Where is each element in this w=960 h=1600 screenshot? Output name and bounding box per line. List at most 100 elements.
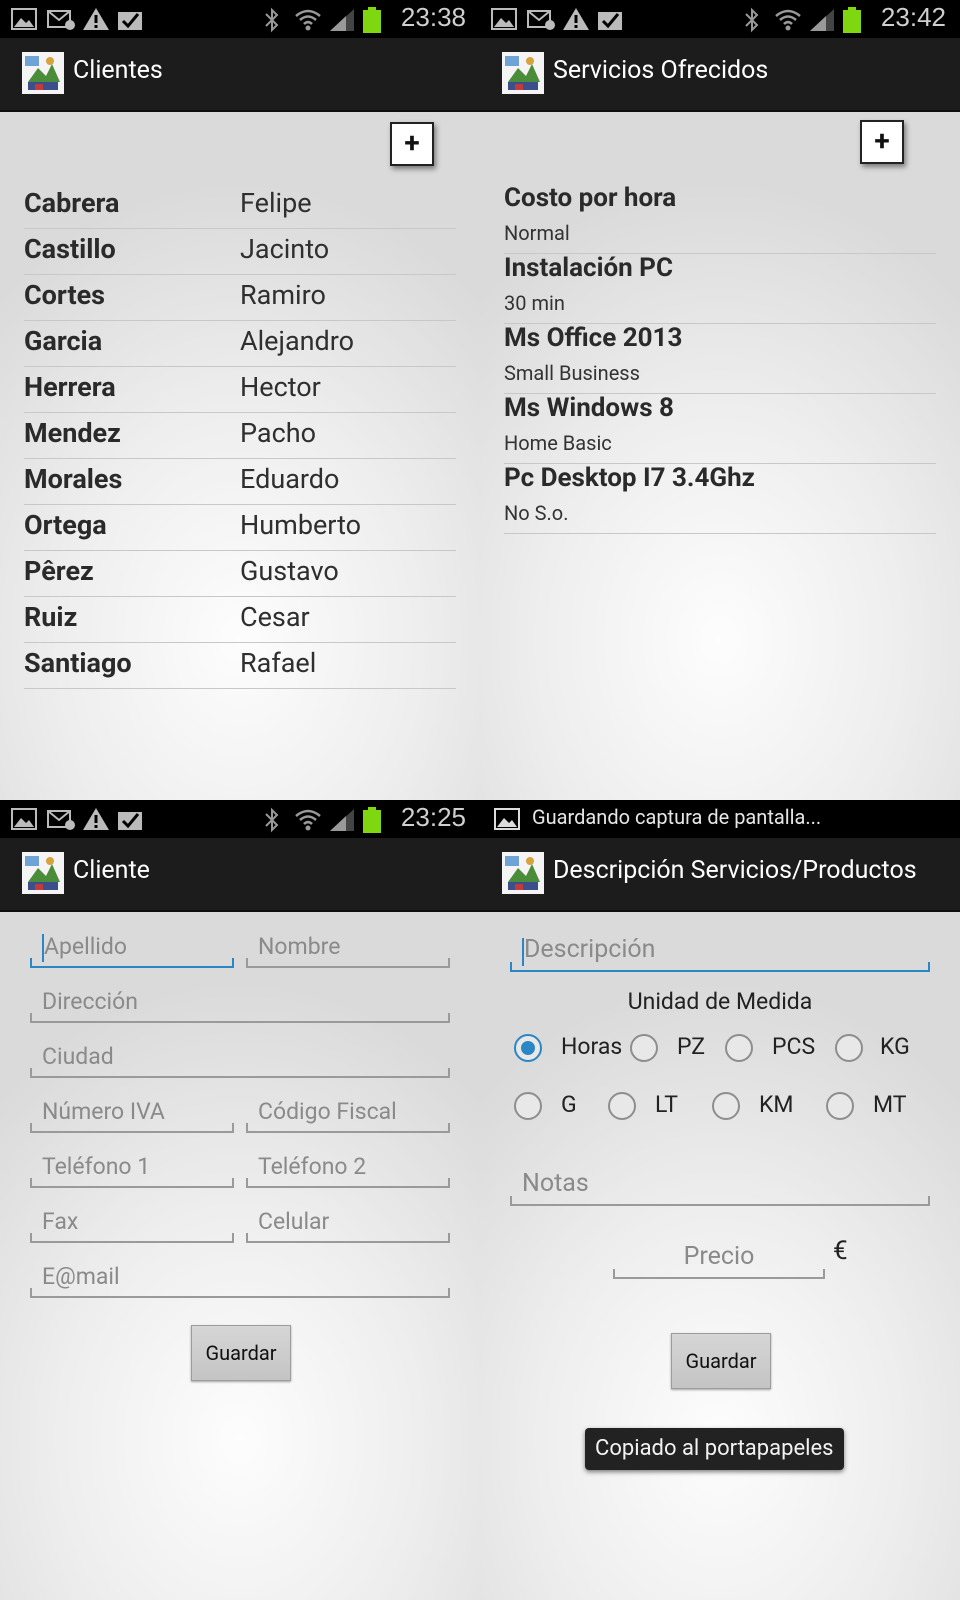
client-first-name: Humberto [240,509,362,541]
direccion-placeholder: Dirección [42,988,138,1015]
bluetooth-icon [265,807,279,833]
wifi-icon [295,809,321,831]
fax-field[interactable]: Fax [30,1207,234,1243]
client-last-name: Herrera [24,371,116,403]
descripcion-screen: Guardando captura de pantalla... Descrip… [480,800,960,1600]
precio-placeholder: Precio [683,1242,755,1271]
service-description: 30 min [504,291,565,315]
radio-horas[interactable] [514,1034,542,1062]
add-client-button[interactable]: + [390,122,434,166]
client-last-name: Garcia [24,325,103,357]
radio-kg-label[interactable]: KG [880,1033,910,1060]
direccion-field[interactable]: Dirección [30,987,450,1023]
warning-notification-icon [83,808,109,830]
telefono2-field[interactable]: Teléfono 2 [246,1152,450,1188]
battery-icon [363,807,381,833]
service-row[interactable]: Instalación PC 30 min [504,253,936,324]
signal-icon [330,809,354,831]
descripcion-field[interactable]: Descripción [510,934,930,972]
client-last-name: Castillo [24,233,116,265]
notas-field[interactable]: Notas [510,1168,930,1206]
radio-lt-label[interactable]: LT [655,1091,678,1118]
ciudad-field[interactable]: Ciudad [30,1042,450,1078]
radio-kg[interactable] [835,1034,863,1062]
client-last-name: Morales [24,463,123,495]
client-last-name: Mendez [24,417,121,449]
client-row[interactable]: Garcia Alejandro [24,320,456,367]
app-icon[interactable] [502,852,544,894]
radio-km[interactable] [712,1092,740,1120]
email-placeholder: E@mail [42,1263,120,1290]
app-icon[interactable] [502,52,544,94]
client-first-name: Hector [240,371,321,403]
toast-message: Copiado al portapapeles [585,1428,844,1470]
service-description: Home Basic [504,431,612,455]
guardar-label: Guardar [205,1341,277,1365]
wifi-icon [775,9,801,31]
wifi-icon [295,9,321,31]
service-row[interactable]: Costo por hora Normal [504,183,936,254]
client-row[interactable]: Ruiz Cesar [24,596,456,643]
nombre-field[interactable]: Nombre [246,932,450,968]
precio-field[interactable]: Precio [613,1241,825,1279]
client-first-name: Rafael [240,647,317,679]
cliente-form-screen: 23:25 Cliente Apellido Nombre Dirección … [0,800,480,1600]
task-notification-icon [118,812,142,830]
client-first-name: Alejandro [240,325,355,357]
radio-pz-label[interactable]: PZ [677,1033,705,1060]
client-row[interactable]: Castillo Jacinto [24,228,456,275]
client-first-name: Ramiro [240,279,326,311]
service-row[interactable]: Ms Office 2013 Small Business [504,323,936,394]
client-row[interactable]: Morales Eduardo [24,458,456,505]
guardar-button[interactable]: Guardar [191,1325,291,1381]
client-row[interactable]: Herrera Hector [24,366,456,413]
radio-g-label[interactable]: G [561,1091,577,1118]
service-row[interactable]: Ms Windows 8 Home Basic [504,393,936,464]
screen-title: Clientes [73,56,163,85]
radio-g[interactable] [514,1092,542,1120]
client-last-name: Cortes [24,279,106,311]
client-row[interactable]: Ortega Humberto [24,504,456,551]
screen-title: Cliente [73,856,150,885]
service-description: Normal [504,221,570,245]
fax-placeholder: Fax [42,1208,79,1235]
email-field[interactable]: E@mail [30,1262,450,1298]
screenshot-notification-icon [494,808,520,830]
radio-mt-label[interactable]: MT [873,1091,906,1118]
servicios-screen: 23:42 Servicios Ofrecidos + Costo por ho… [480,0,960,800]
client-row[interactable]: Cortes Ramiro [24,274,456,321]
add-service-button[interactable]: + [860,120,904,164]
action-bar: Cliente [0,838,480,912]
service-row[interactable]: Pc Desktop I7 3.4Ghz No S.o. [504,463,936,534]
client-row[interactable]: Santiago Rafael [24,642,456,689]
apellido-field[interactable]: Apellido [30,932,234,968]
numero-iva-placeholder: Número IVA [42,1098,165,1125]
radio-pcs[interactable] [725,1034,753,1062]
codigo-fiscal-field[interactable]: Código Fiscal [246,1097,450,1133]
radio-km-label[interactable]: KM [759,1091,794,1118]
celular-field[interactable]: Celular [246,1207,450,1243]
task-notification-icon [598,12,622,30]
warning-notification-icon [563,8,589,30]
radio-pz[interactable] [630,1034,658,1062]
radio-horas-label[interactable]: Horas [561,1033,622,1060]
client-row[interactable]: Pêrez Gustavo [24,550,456,597]
app-icon[interactable] [22,52,64,94]
client-row[interactable]: Cabrera Felipe [24,182,456,229]
client-first-name: Cesar [240,601,310,633]
client-row[interactable]: Mendez Pacho [24,412,456,459]
status-notification-text: Guardando captura de pantalla... [532,805,822,829]
telefono1-placeholder: Teléfono 1 [42,1153,151,1180]
signal-icon [810,9,834,31]
gallery-notification-icon [11,808,37,830]
radio-lt[interactable] [608,1092,636,1120]
radio-mt[interactable] [826,1092,854,1120]
app-icon[interactable] [22,852,64,894]
guardar-button[interactable]: Guardar [671,1333,771,1389]
radio-pcs-label[interactable]: PCS [772,1033,815,1060]
telefono1-field[interactable]: Teléfono 1 [30,1152,234,1188]
nombre-placeholder: Nombre [258,933,341,960]
numero-iva-field[interactable]: Número IVA [30,1097,234,1133]
client-last-name: Pêrez [24,555,94,587]
signal-icon [330,9,354,31]
